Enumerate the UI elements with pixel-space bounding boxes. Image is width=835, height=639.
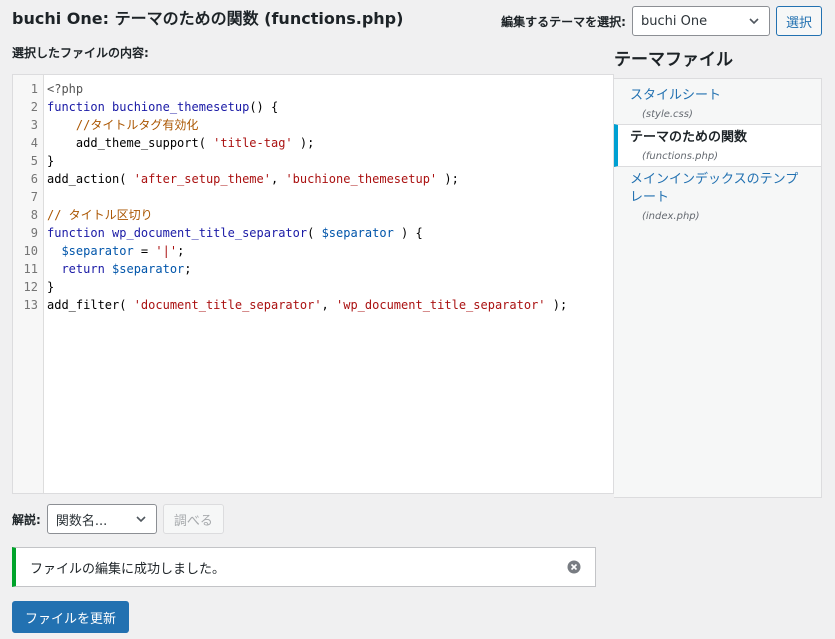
code-line[interactable]: function buchione_themesetup() { (47, 98, 613, 116)
code-token: add_theme_support( (47, 136, 214, 150)
code-token: ; (184, 262, 192, 276)
line-number: 5 (30, 154, 38, 168)
theme-files-list: スタイルシート (style.css) テーマのための関数 (functions… (614, 78, 822, 498)
file-content-label: 選択したファイルの内容: (12, 46, 149, 60)
code-token: return (61, 262, 113, 276)
line-number-gutter: 1 2 3 4 5 6 7 8 9 10 11 12 13 (13, 75, 44, 493)
code-token: ; (177, 244, 185, 258)
code-token: add_action( (47, 172, 134, 186)
file-item-name[interactable]: スタイルシート (630, 87, 811, 105)
code-editor[interactable]: 1 2 3 4 5 6 7 8 9 10 11 12 13 <?php function buchione… (12, 74, 614, 494)
file-item-name[interactable]: テーマのための関数 (630, 129, 811, 147)
code-token: ); (437, 172, 459, 186)
code-line[interactable] (47, 188, 613, 206)
code-token: //タイトルタグ有効化 (75, 118, 199, 132)
file-item-name[interactable]: メインインデックスのテンプレート (630, 171, 811, 207)
code-line[interactable]: $separator = '|'; (47, 242, 613, 260)
documentation-row: 解説: 関数名... 調べる (12, 504, 224, 534)
code-token: 'buchione_themesetup' (285, 172, 438, 186)
code-token: add_filter( (47, 298, 134, 312)
file-item-filename: (style.css) (642, 109, 693, 120)
code-token: buchione_themesetup (112, 100, 250, 114)
file-item-index-php[interactable]: メインインデックスのテンプレート (index.php) (614, 167, 821, 226)
code-token: , (270, 172, 286, 186)
line-number: 4 (30, 136, 38, 150)
file-item-style-css[interactable]: スタイルシート (style.css) (614, 83, 821, 124)
code-token: $separator (61, 244, 134, 258)
code-token: 'document_title_separator' (133, 298, 322, 312)
line-number: 7 (30, 190, 38, 204)
file-item-filename: (index.php) (642, 211, 700, 222)
code-line[interactable]: function wp_document_title_separator( $s… (47, 224, 613, 242)
code-token: // タイトル区切り (47, 208, 153, 222)
code-line[interactable]: add_filter( 'document_title_separator', … (47, 296, 613, 314)
code-token: <?php (47, 82, 84, 96)
code-token: ( (307, 226, 322, 240)
code-token: $separator (112, 262, 185, 276)
update-file-button[interactable]: ファイルを更新 (12, 601, 130, 633)
function-name-select-value: 関数名... (55, 513, 108, 529)
code-token: 'title-tag' (213, 136, 293, 150)
notice-message: ファイルの編集に成功しました。 (30, 561, 226, 577)
code-token: 'after_setup_theme' (133, 172, 271, 186)
chevron-down-icon (136, 516, 146, 523)
select-theme-button[interactable]: 選択 (775, 6, 822, 36)
code-area[interactable]: <?php function buchione_themesetup() { //… (44, 75, 613, 493)
code-token: , (321, 298, 336, 312)
line-number: 13 (23, 298, 38, 312)
code-token: '|' (155, 244, 178, 258)
documentation-label: 解説: (12, 512, 41, 527)
code-line[interactable]: } (47, 152, 613, 170)
lookup-button[interactable]: 調べる (162, 504, 224, 534)
code-token: ); (292, 136, 315, 150)
code-token: function (47, 226, 113, 240)
line-number: 3 (30, 118, 38, 132)
line-number: 12 (23, 280, 38, 294)
theme-select-value: buchi One (640, 13, 708, 29)
line-number: 8 (30, 208, 38, 222)
theme-select-label: 編集するテーマを選択: (501, 14, 626, 29)
file-item-functions-php[interactable]: テーマのための関数 (functions.php) (614, 124, 821, 167)
code-token: ); (545, 298, 568, 312)
code-token: } (47, 154, 55, 168)
line-number: 9 (30, 226, 38, 240)
code-line[interactable]: // タイトル区切り (47, 206, 613, 224)
line-number: 10 (23, 244, 38, 258)
page-title: buchi One: テーマのための関数 (functions.php) (12, 9, 404, 28)
code-token: function (47, 100, 113, 114)
theme-files-panel: テーマファイル スタイルシート (style.css) テーマのための関数 (f… (614, 44, 822, 498)
line-number: 2 (30, 100, 38, 114)
code-token: $separator (321, 226, 394, 240)
theme-select-group: 編集するテーマを選択: buchi One 選択 (501, 6, 822, 36)
theme-select[interactable]: buchi One (631, 6, 770, 36)
code-token: = (133, 244, 156, 258)
code-line[interactable]: return $separator; (47, 260, 613, 278)
theme-files-heading: テーマファイル (614, 50, 733, 70)
code-token: () { (249, 100, 279, 114)
line-number: 6 (30, 172, 38, 186)
code-token: wp_document_title_separator (112, 226, 308, 240)
chevron-down-icon (749, 18, 759, 25)
code-token: ) { (393, 226, 423, 240)
code-line[interactable]: //タイトルタグ有効化 (47, 116, 613, 134)
success-notice: ファイルの編集に成功しました。 (12, 547, 596, 587)
line-number: 1 (30, 82, 38, 96)
code-line[interactable]: add_action( 'after_setup_theme', 'buchio… (47, 170, 613, 188)
file-item-filename: (functions.php) (642, 151, 719, 162)
code-line[interactable]: <?php (47, 80, 613, 98)
line-number: 11 (23, 262, 38, 276)
code-token: 'wp_document_title_separator' (336, 298, 546, 312)
code-line[interactable]: } (47, 278, 613, 296)
code-line[interactable]: add_theme_support( 'title-tag' ); (47, 134, 613, 152)
function-name-select[interactable]: 関数名... (46, 504, 157, 534)
code-token: } (47, 280, 55, 294)
close-circle-icon[interactable] (567, 560, 581, 574)
